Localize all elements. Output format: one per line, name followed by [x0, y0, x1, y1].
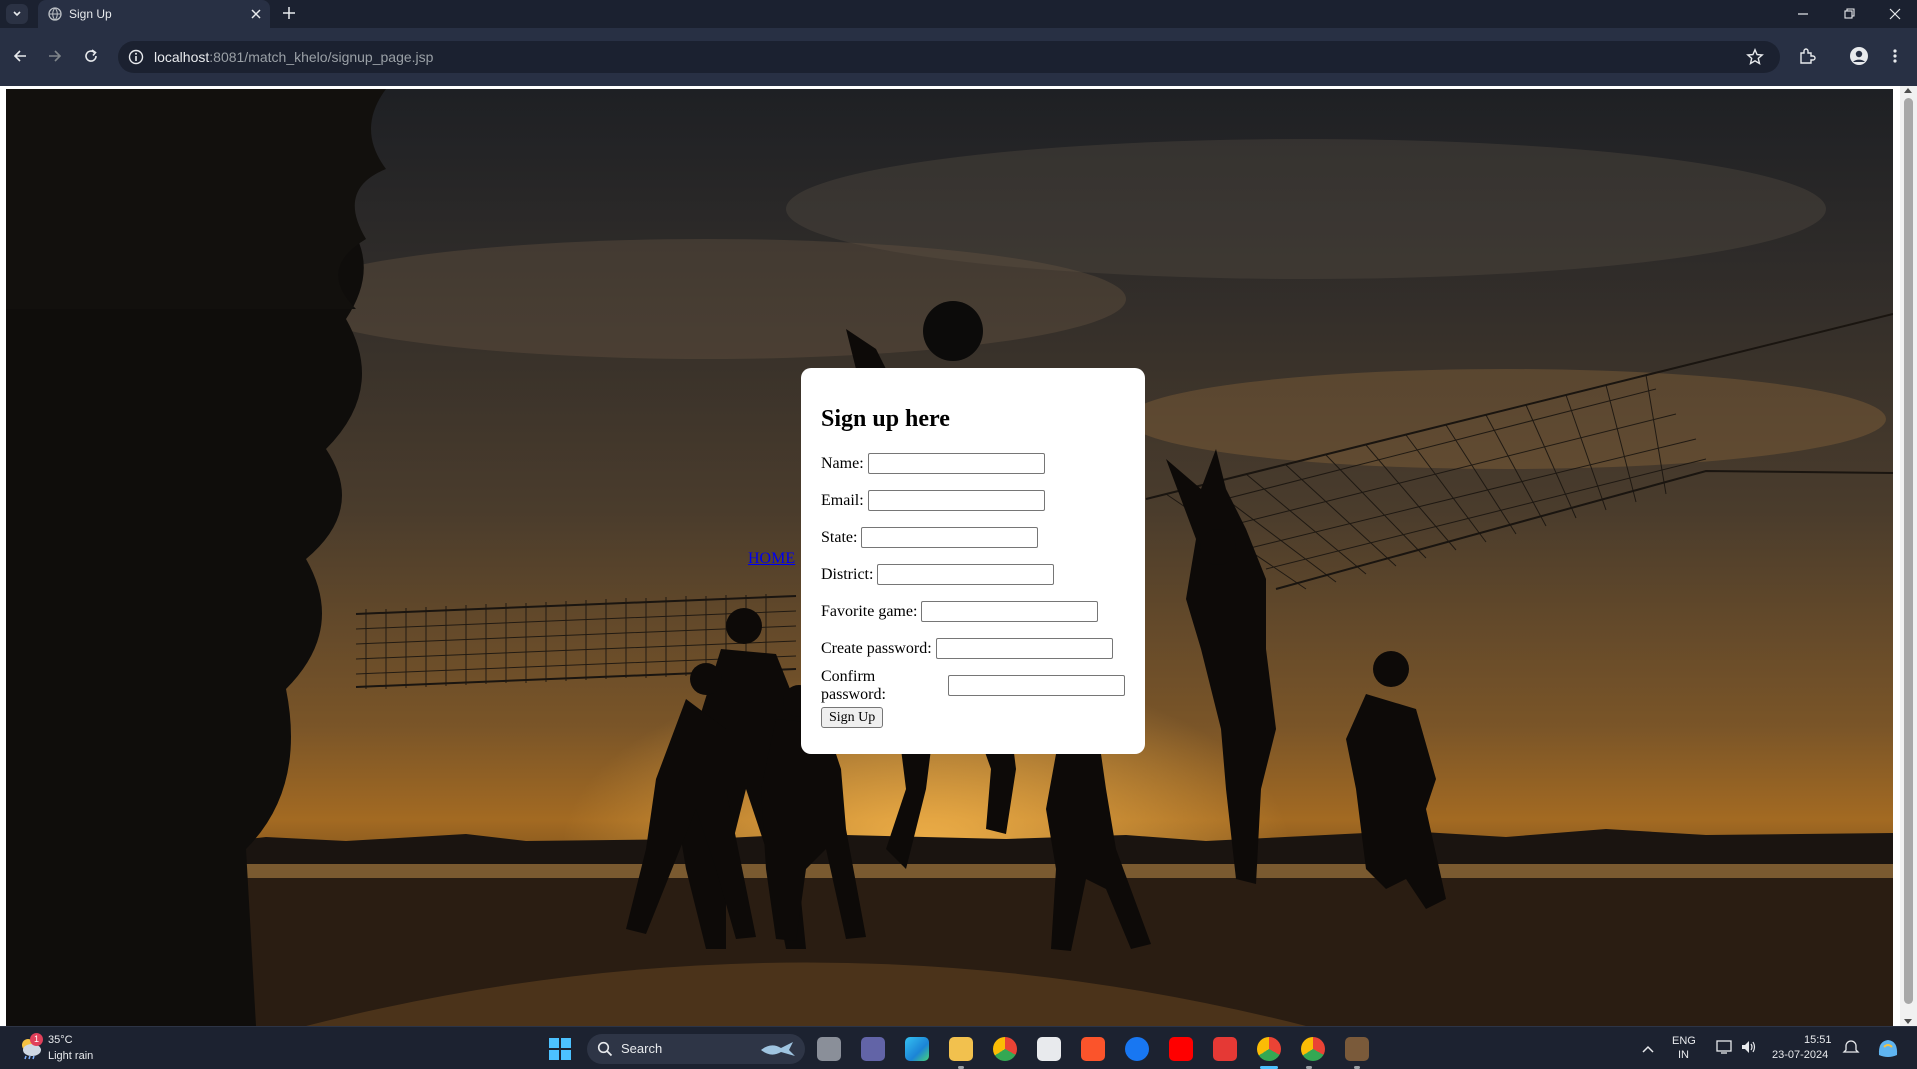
state-label: State: — [821, 528, 858, 546]
tab-sign-up[interactable]: Sign Up — [38, 0, 270, 28]
address-bar[interactable]: localhost:8081/match_khelo/signup_page.j… — [118, 41, 1780, 73]
menu-icon[interactable] — [1884, 45, 1906, 67]
teams-icon[interactable] — [861, 1037, 885, 1061]
volume-icon[interactable] — [1740, 1039, 1758, 1060]
signup-heading: Sign up here — [821, 406, 950, 432]
reload-icon[interactable] — [80, 45, 102, 67]
restore-icon[interactable] — [1841, 6, 1857, 22]
close-window-icon[interactable] — [1887, 6, 1903, 22]
store-icon[interactable] — [1037, 1037, 1061, 1061]
close-icon[interactable] — [250, 7, 262, 25]
name-label: Name: — [821, 454, 864, 472]
clock-time[interactable]: 15:51 — [1804, 1034, 1832, 1046]
form-row-email: Email: — [821, 482, 1125, 519]
browser-toolbar: localhost:8081/match_khelo/signup_page.j… — [0, 28, 1917, 86]
chrome-profile-icon[interactable] — [1257, 1037, 1281, 1061]
taskbar: 1 35°C Light rain Search ENG IN 15:51 23… — [0, 1026, 1917, 1069]
back-icon[interactable] — [9, 45, 31, 67]
weather-temp: 35°C — [48, 1034, 73, 1046]
scroll-up-icon[interactable] — [1904, 88, 1912, 93]
form-row-confirm-password: Confirm password: — [821, 667, 1125, 704]
district-input[interactable] — [877, 564, 1055, 585]
plus-icon[interactable] — [282, 6, 296, 25]
name-input[interactable] — [867, 453, 1045, 474]
star-icon[interactable] — [1746, 48, 1764, 71]
form-row-favorite-game: Favorite game: — [821, 593, 1125, 630]
extensions-icon[interactable] — [1796, 45, 1818, 67]
state-input[interactable] — [861, 527, 1039, 548]
taskbar-search[interactable]: Search — [587, 1034, 805, 1064]
sign-up-button[interactable]: Sign Up — [821, 707, 884, 728]
tab-strip: Sign Up — [0, 0, 1917, 28]
email-input[interactable] — [867, 490, 1045, 511]
task-view-icon[interactable] — [817, 1037, 841, 1061]
signup-card: Sign up here Name: Email: State: Distric… — [801, 368, 1145, 754]
info-icon[interactable] — [128, 49, 144, 70]
email-label: Email: — [821, 491, 864, 509]
brave-icon[interactable] — [1081, 1037, 1105, 1061]
app-icon[interactable] — [1345, 1037, 1369, 1061]
confirm-password-input[interactable] — [948, 675, 1125, 696]
chrome-icon[interactable] — [993, 1037, 1017, 1061]
form-row-name: Name: — [821, 445, 1125, 482]
url-text[interactable]: localhost:8081/match_khelo/signup_page.j… — [154, 49, 433, 65]
globe-icon — [48, 7, 62, 26]
weather-desc: Light rain — [48, 1050, 94, 1062]
favorite-game-input[interactable] — [921, 601, 1099, 622]
vertical-scrollbar[interactable] — [1900, 86, 1917, 1026]
home-link[interactable]: HOME — [748, 550, 795, 568]
lang-bottom[interactable]: IN — [1678, 1049, 1689, 1061]
create-password-input[interactable] — [935, 638, 1113, 659]
windows-icon[interactable] — [548, 1037, 572, 1061]
favorite-game-label: Favorite game: — [821, 602, 918, 620]
profile-icon[interactable] — [1848, 45, 1870, 67]
chrome-second-profile-icon[interactable] — [1301, 1037, 1325, 1061]
form-row-create-password: Create password: — [821, 630, 1125, 667]
confirm-password-label: Confirm password: — [821, 667, 886, 703]
youtube-icon[interactable] — [1169, 1037, 1193, 1061]
minimize-icon[interactable] — [1795, 6, 1811, 22]
facebook-icon[interactable] — [1125, 1037, 1149, 1061]
create-password-label: Create password: — [821, 639, 932, 657]
url-host: localhost — [154, 49, 210, 65]
clock-date[interactable]: 23-07-2024 — [1772, 1049, 1828, 1061]
forward-icon[interactable] — [44, 45, 66, 67]
form-row-district: District: — [821, 556, 1125, 593]
chevron-up-icon[interactable] — [1642, 1041, 1654, 1059]
tab-title: Sign Up — [69, 7, 112, 21]
form-row-state: State: — [821, 519, 1125, 556]
district-label: District: — [821, 565, 874, 583]
search-label: Search — [621, 1041, 663, 1056]
page-viewport: HOME Sign up here Name: Email: State: Di… — [0, 86, 1917, 1026]
notification-icon[interactable] — [1842, 1039, 1860, 1062]
network-icon[interactable] — [1716, 1039, 1734, 1060]
scroll-thumb[interactable] — [1904, 98, 1913, 1004]
file-explorer-icon[interactable] — [949, 1037, 973, 1061]
edge-icon[interactable] — [905, 1037, 929, 1061]
url-path: :8081/match_khelo/signup_page.jsp — [209, 49, 434, 65]
copilot-icon[interactable] — [1876, 1037, 1900, 1064]
lang-top[interactable]: ENG — [1672, 1035, 1696, 1047]
weather-badge: 1 — [30, 1033, 43, 1046]
wps-icon[interactable] — [1213, 1037, 1237, 1061]
tab-list-icon[interactable] — [6, 4, 28, 24]
scroll-down-icon[interactable] — [1904, 1019, 1912, 1024]
search-highlight-icon — [759, 1038, 797, 1065]
search-icon — [597, 1041, 613, 1062]
